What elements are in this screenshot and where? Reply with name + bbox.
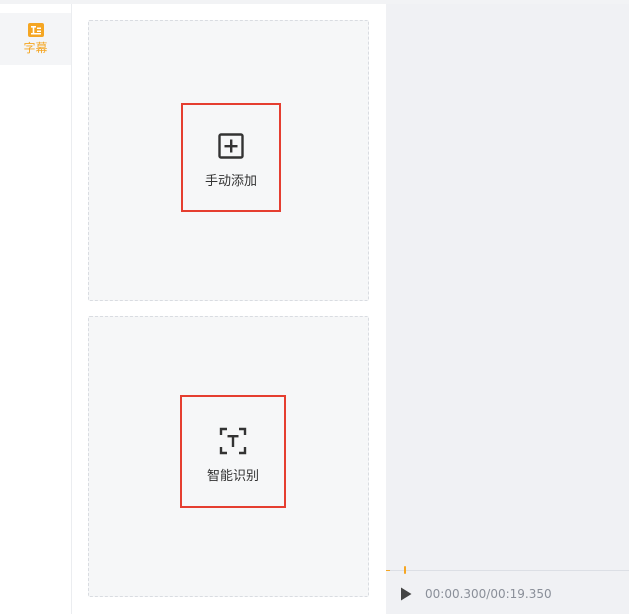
player-controls: 00:00.300/00:19.350 bbox=[386, 575, 629, 614]
subtitle-icon bbox=[27, 22, 45, 38]
sidebar-item-label: 字幕 bbox=[23, 41, 48, 55]
auto-recognize-card: 智能识别 bbox=[88, 316, 369, 597]
manual-add-label: 手动添加 bbox=[204, 174, 257, 189]
auto-recognize-button[interactable]: 智能识别 bbox=[180, 395, 286, 508]
manual-add-card: 手动添加 bbox=[88, 20, 369, 301]
video-preview: 00:00.300/00:19.350 bbox=[386, 4, 629, 614]
manual-add-button[interactable]: 手动添加 bbox=[181, 103, 281, 212]
playback-time: 00:00.300/00:19.350 bbox=[425, 587, 552, 601]
timeline-track[interactable] bbox=[386, 570, 629, 571]
auto-recognize-label: 智能识别 bbox=[206, 469, 259, 484]
timeline-progress bbox=[386, 570, 390, 571]
plus-square-icon bbox=[217, 132, 245, 160]
app-root: 字幕 手动添加 智能识别 00:00.300/00:19.350 bbox=[0, 0, 629, 614]
text-scan-icon bbox=[219, 427, 247, 455]
subtitle-panel: 手动添加 智能识别 bbox=[73, 4, 386, 614]
sidebar-item-subtitles[interactable]: 字幕 bbox=[0, 13, 71, 65]
timeline-playhead[interactable] bbox=[404, 566, 406, 574]
play-icon[interactable] bbox=[399, 586, 413, 602]
sidebar: 字幕 bbox=[0, 4, 72, 614]
